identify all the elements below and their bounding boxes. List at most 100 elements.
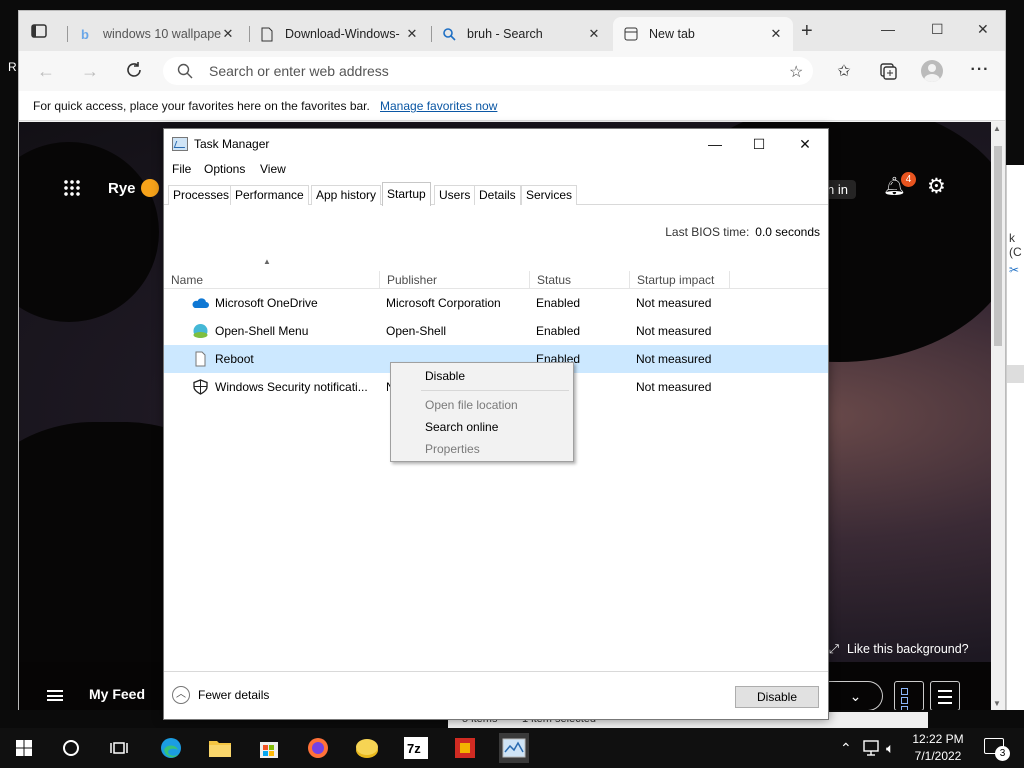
row-name: Microsoft OneDrive [215,296,318,310]
minimize-icon[interactable]: — [692,134,738,154]
windows-start-icon[interactable] [16,740,32,756]
tab-title: windows 10 wallpaper [103,27,221,41]
menu-file[interactable]: File [172,162,191,176]
background-tree [19,142,159,322]
column-name[interactable]: Name [164,271,380,289]
weather-city[interactable]: Rye [108,180,136,197]
apps-launcher-icon[interactable] [63,179,81,197]
search-icon [177,63,193,79]
search-circle-icon[interactable] [63,740,79,756]
edge-icon[interactable] [156,733,186,763]
disable-button[interactable]: Disable [735,686,819,708]
task-manager-icon[interactable] [499,733,529,763]
forward-arrow-icon[interactable]: → [81,61,99,81]
close-icon[interactable]: ✕ [405,26,419,42]
tab-actions-icon[interactable] [29,22,49,40]
table-row[interactable]: Open-Shell Menu Open-Shell Enabled Not m… [164,317,828,345]
row-name: Reboot [215,352,254,366]
menu-view[interactable]: View [260,162,286,176]
volume-icon[interactable]: 🔈︎ [886,740,894,757]
background-window-bar [1007,365,1024,383]
grid-view-icon[interactable] [894,681,924,710]
onedrive-icon [192,298,209,308]
menu-item-open-file-location: Open file location [425,398,518,412]
close-icon[interactable]: ✕ [221,26,235,42]
browser-toolbar: ← → ☆ ✩ ··· [19,51,1005,91]
fewer-details-label: Fewer details [198,688,270,702]
page-scrollbar[interactable]: ▲ ▼ [991,122,1005,710]
background-window-text: k (C [1009,231,1022,259]
task-manager-titlebar[interactable]: Task Manager — ☐ ✕ [164,129,828,159]
more-options-icon[interactable]: ··· [969,61,991,81]
scroll-up-icon[interactable]: ▲ [993,124,1001,133]
my-feed-label[interactable]: My Feed [89,686,145,702]
menu-options[interactable]: Options [204,162,245,176]
favorites-icon[interactable]: ✩ [833,61,855,81]
table-row[interactable]: Microsoft OneDrive Microsoft Corporation… [164,289,828,317]
address-bar[interactable]: ☆ [163,57,813,85]
minimize-icon[interactable]: — [881,21,895,37]
package-icon[interactable] [450,733,480,763]
collections-icon[interactable] [877,61,899,81]
fewer-details-button[interactable]: ︿ Fewer details [172,686,269,704]
store-icon[interactable] [254,733,284,763]
gear-icon[interactable]: ⚙ [927,174,946,199]
manage-favorites-link[interactable]: Manage favorites now [380,99,497,113]
startup-table-header: ▲ Name Publisher Status Startup impact [164,257,828,289]
tab-title: Download-Windows- [285,27,400,41]
close-window-icon[interactable]: ✕ [977,21,989,38]
network-icon[interactable] [862,740,880,756]
background-window-edge[interactable]: k (C ✂ [1006,165,1024,710]
close-icon[interactable]: ✕ [769,26,783,42]
close-icon[interactable]: ✕ [587,26,601,42]
firefox-icon[interactable] [303,733,333,763]
tab-startup[interactable]: Startup [382,182,431,206]
browser-tab[interactable]: b windows 10 wallpaper ✕ [67,17,245,51]
task-view-icon[interactable] [110,740,128,756]
new-tab-button[interactable]: + [801,21,813,41]
maximize-icon[interactable]: ☐ [736,134,782,154]
tab-details[interactable]: Details [474,185,521,205]
tab-strip: b windows 10 wallpaper ✕ Download-Window… [19,11,1005,51]
address-input[interactable] [209,61,769,81]
browser-tab-active[interactable]: New tab ✕ [613,17,793,51]
browser-tab[interactable]: Download-Windows- ✕ [249,17,429,51]
coin-app-icon[interactable] [352,733,382,763]
hamburger-menu-icon[interactable] [47,690,63,701]
taskbar: 7z ⌃ 🔈︎ 12:22 PM 7/1/2022 3 [0,728,1024,768]
file-explorer-icon[interactable] [205,733,235,763]
add-favorite-icon[interactable]: ☆ [789,62,807,81]
menu-item-search-online[interactable]: Search online [425,420,498,434]
7zip-icon[interactable]: 7z [401,733,431,763]
refresh-icon[interactable] [125,61,143,79]
favorites-bar-message: For quick access, place your favorites h… [33,99,370,113]
close-icon[interactable]: ✕ [782,134,828,154]
list-view-icon[interactable] [930,681,960,710]
tab-services[interactable]: Services [521,185,578,205]
tab-performance[interactable]: Performance [230,185,309,205]
row-name: Windows Security notificati... [215,380,368,394]
chevron-down-icon[interactable]: ⌄ [829,681,883,710]
browser-tab[interactable]: bruh - Search ✕ [431,17,611,51]
row-publisher: Microsoft Corporation [386,296,501,310]
context-menu: Disable Open file location Search online… [390,362,574,462]
scrollbar-thumb[interactable] [994,146,1002,346]
tab-app-history[interactable]: App history [311,185,382,205]
menu-item-disable[interactable]: Disable [425,369,465,383]
back-arrow-icon[interactable]: ← [37,61,55,81]
tab-title: New tab [649,27,695,41]
column-status[interactable]: Status [530,271,630,289]
svg-text:7z: 7z [407,741,421,756]
column-startup-impact[interactable]: Startup impact [630,271,730,289]
column-publisher[interactable]: Publisher [380,271,530,289]
taskbar-clock[interactable]: 12:22 PM 7/1/2022 [906,731,970,765]
chevron-up-icon[interactable]: ⌃ [840,740,852,757]
bing-icon: b [81,26,89,42]
scroll-down-icon[interactable]: ▼ [993,699,1001,708]
tab-processes[interactable]: Processes [168,185,235,205]
profile-avatar[interactable] [921,60,943,82]
tab-users[interactable]: Users [434,185,476,205]
bios-time: Last BIOS time: 0.0 seconds [665,225,820,239]
like-background-link[interactable]: ⤢ Like this background? [829,642,969,657]
maximize-icon[interactable]: ☐ [931,21,944,38]
